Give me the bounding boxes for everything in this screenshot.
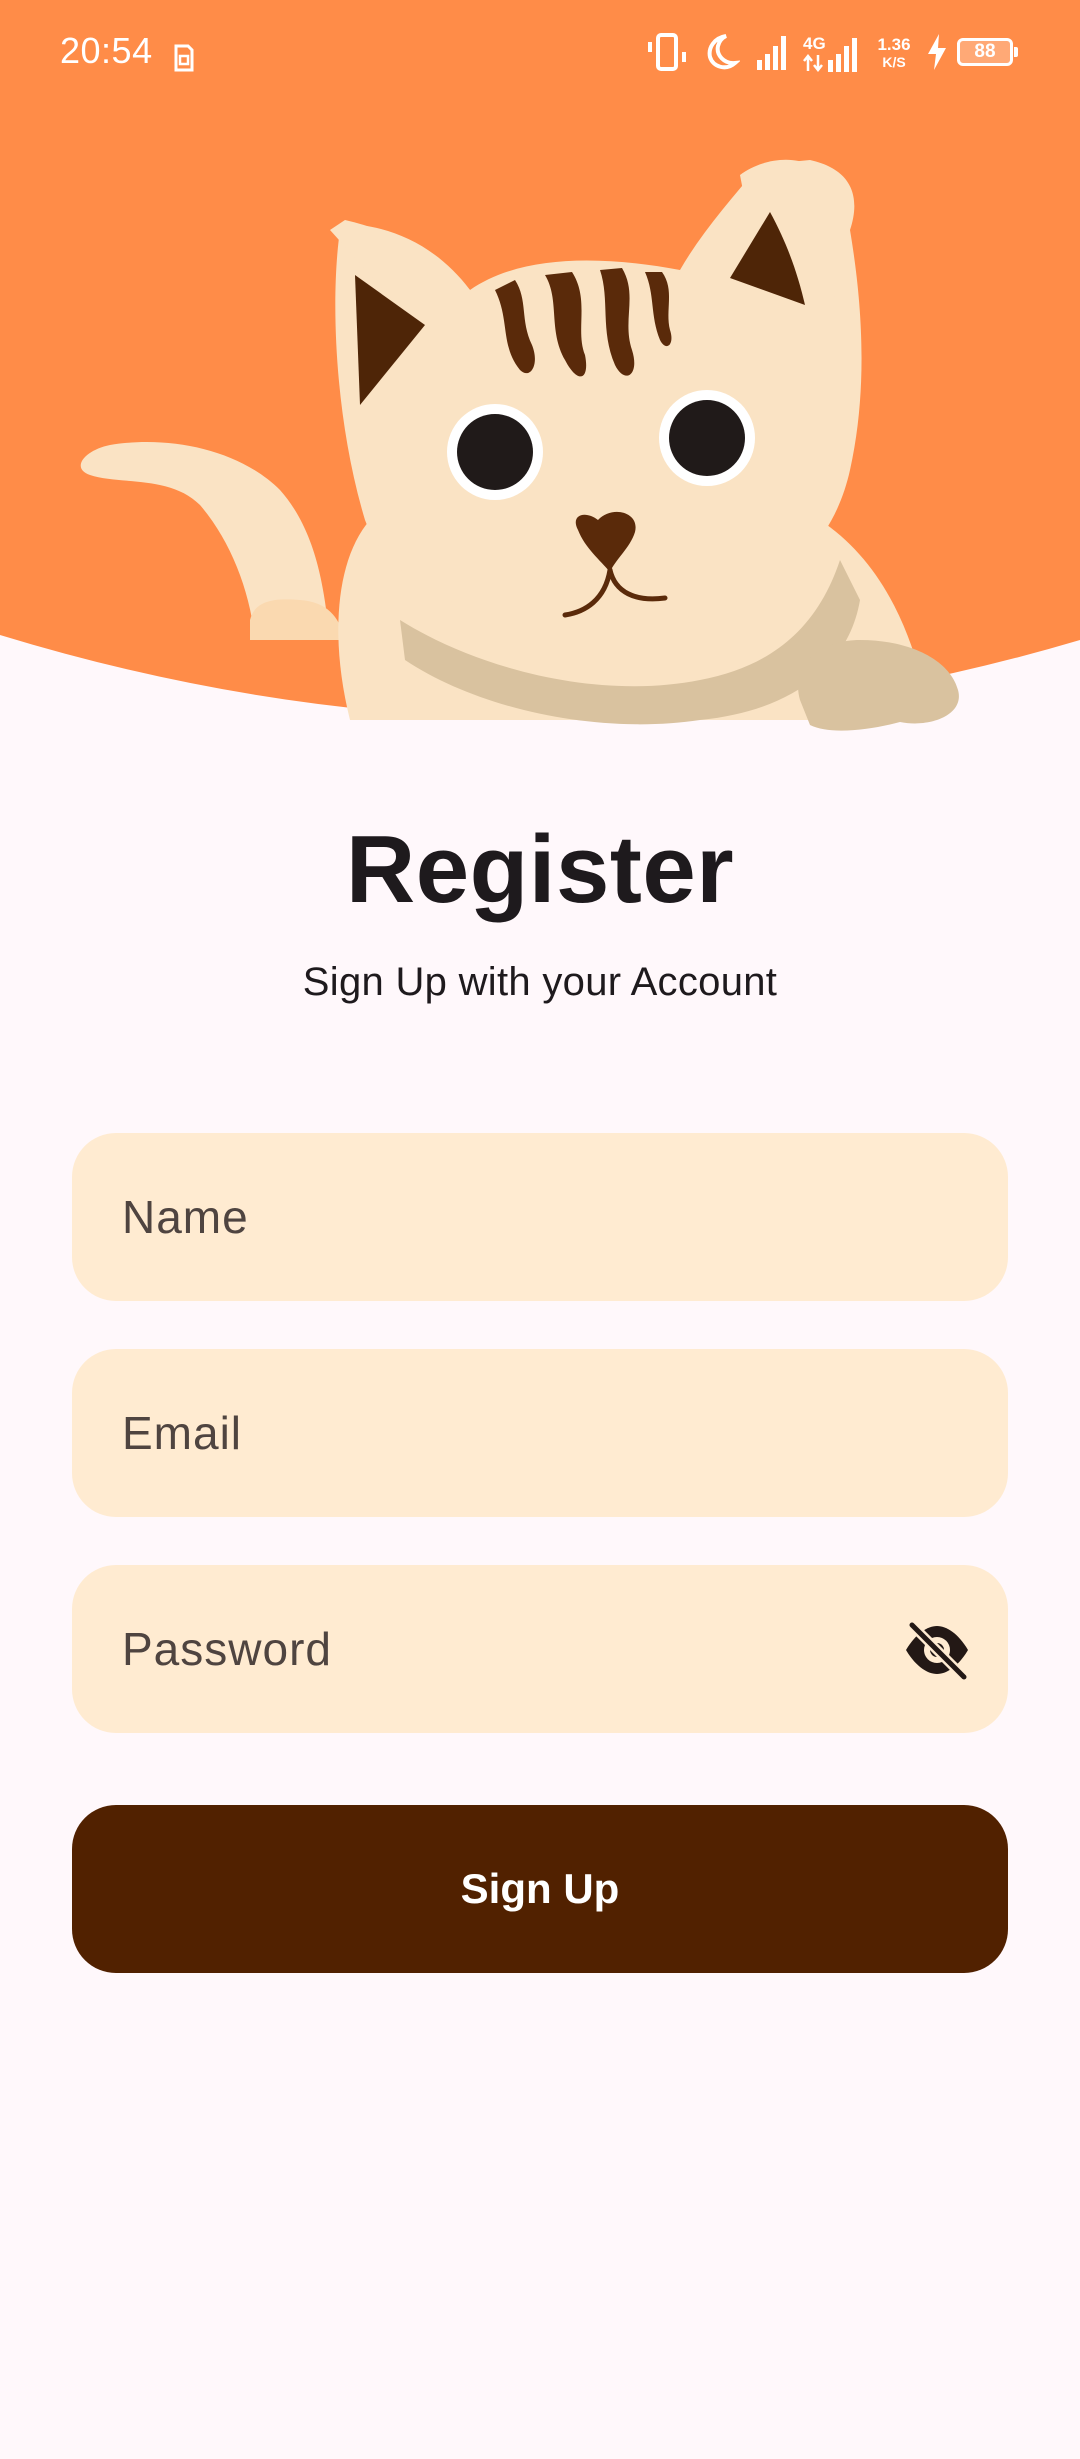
- vibrate-icon: [648, 33, 686, 71]
- network-speed-unit: K/S: [882, 54, 906, 70]
- data-arrows-icon: [803, 54, 823, 72]
- status-bar: 20:54 4G 1.36 K/S 88: [0, 0, 1080, 110]
- battery-level: 88: [974, 41, 996, 62]
- network-type-label: 4G: [803, 34, 826, 53]
- sim-icon: [174, 44, 194, 72]
- signal-icon: [757, 36, 786, 70]
- moon-icon: [707, 34, 740, 70]
- network-speed-icon: 1.36 K/S: [874, 36, 914, 76]
- sign-up-button[interactable]: Sign Up: [72, 1805, 1008, 1973]
- page-subtitle: Sign Up with your Account: [302, 960, 778, 1004]
- status-time: 20:54: [60, 30, 153, 71]
- name-field[interactable]: [72, 1133, 1008, 1301]
- email-input[interactable]: [72, 1349, 1008, 1517]
- battery-icon: 88: [957, 38, 1019, 68]
- email-field[interactable]: [72, 1349, 1008, 1517]
- password-field[interactable]: [72, 1565, 1008, 1733]
- name-input[interactable]: [72, 1133, 1008, 1301]
- password-input[interactable]: [72, 1565, 1008, 1733]
- signal-4g-icon: 4G: [803, 34, 863, 74]
- signal-bars-icon: [828, 38, 857, 72]
- cat-illustration: [80, 159, 959, 731]
- header-illustration: 20:54 4G 1.36 K/S 88: [0, 0, 1080, 740]
- charging-icon: [928, 34, 946, 70]
- network-speed-value: 1.36: [877, 35, 911, 54]
- page-title: Register: [345, 816, 735, 923]
- eye-off-icon[interactable]: [902, 1615, 972, 1685]
